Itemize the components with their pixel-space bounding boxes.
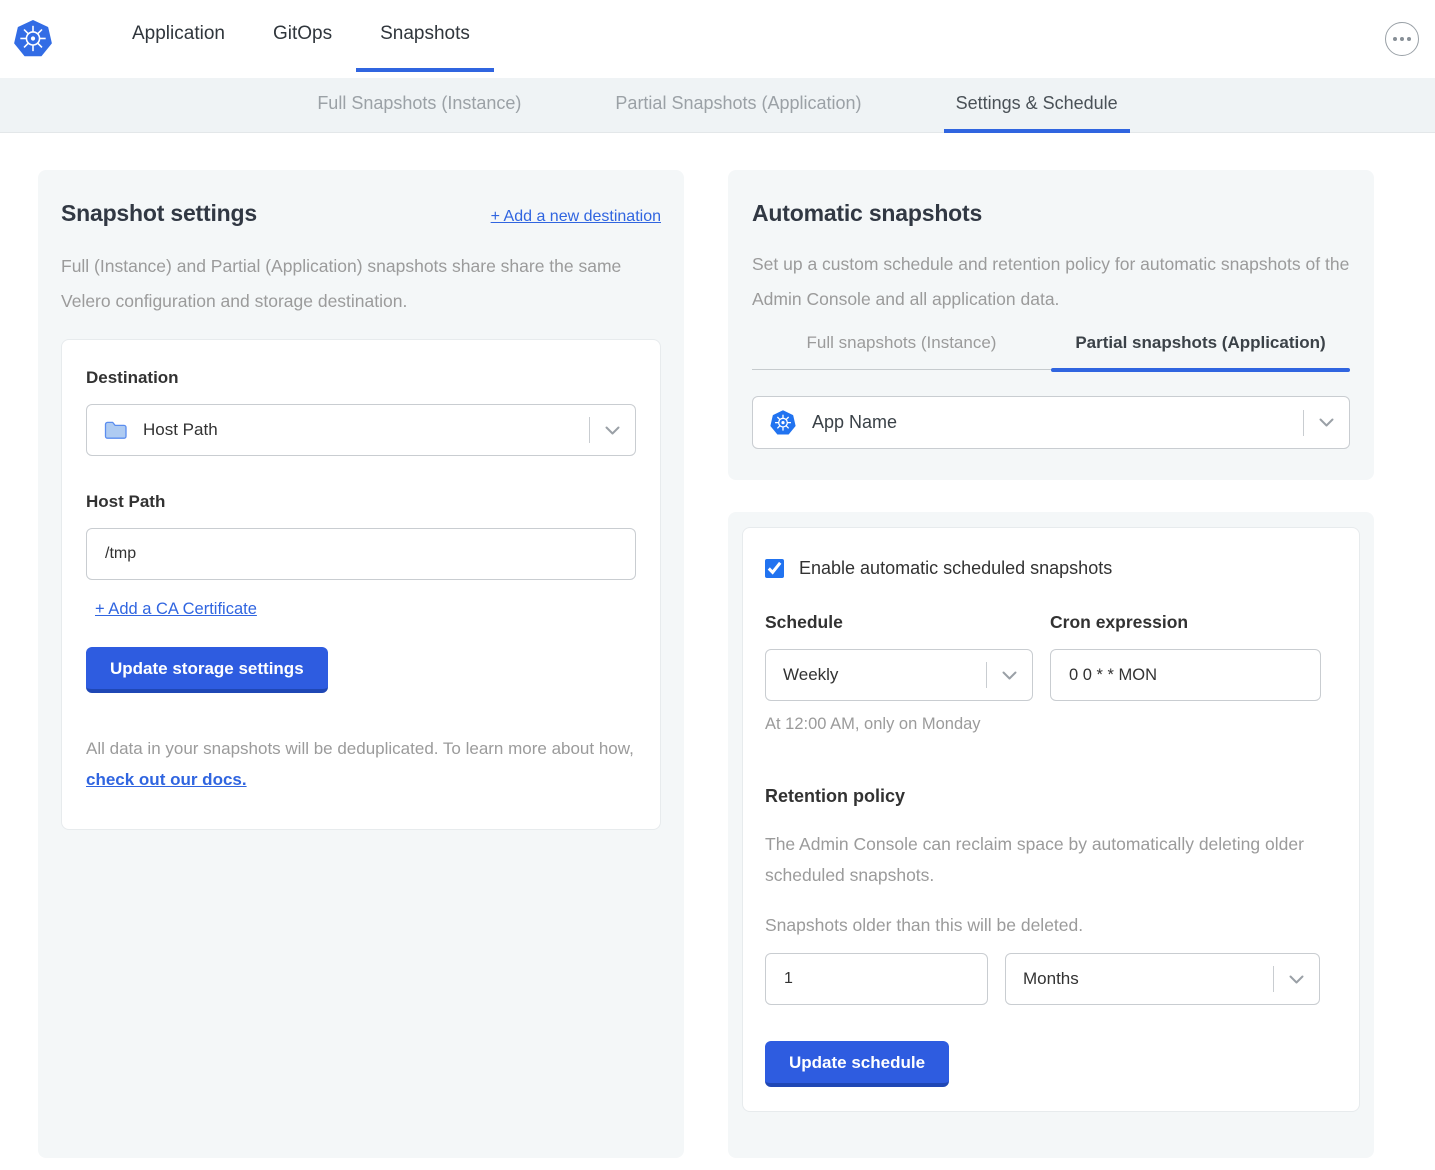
- schedule-interval-select[interactable]: Weekly: [765, 649, 1033, 701]
- destination-form-card: Destination Host Path H: [61, 339, 661, 830]
- chevron-down-icon: [590, 426, 635, 435]
- tab-full-snapshots[interactable]: Full Snapshots (Instance): [305, 78, 533, 133]
- overflow-menu-button[interactable]: [1385, 22, 1419, 56]
- add-destination-link[interactable]: + Add a new destination: [491, 208, 661, 226]
- top-navbar: Application GitOps Snapshots: [0, 0, 1435, 78]
- ellipsis-icon: [1393, 37, 1397, 41]
- kubernetes-logo-icon: [14, 20, 52, 58]
- primary-nav: Application GitOps Snapshots: [108, 0, 494, 78]
- retention-hint: Snapshots older than this will be delete…: [765, 915, 1337, 936]
- chevron-down-icon: [1304, 418, 1349, 427]
- docs-link[interactable]: check out our docs.: [86, 770, 247, 789]
- tab-full-snapshots-instance[interactable]: Full snapshots (Instance): [752, 333, 1051, 370]
- schedule-label: Schedule: [765, 612, 1033, 633]
- snapshot-settings-description: Full (Instance) and Partial (Application…: [61, 249, 661, 319]
- snapshot-settings-title: Snapshot settings: [61, 200, 257, 227]
- brand-logo[interactable]: [14, 20, 52, 58]
- nav-item-gitops[interactable]: GitOps: [249, 0, 356, 72]
- destination-label: Destination: [86, 368, 636, 388]
- nav-item-application[interactable]: Application: [108, 0, 249, 72]
- automatic-snapshots-description: Set up a custom schedule and retention p…: [752, 247, 1350, 317]
- enable-snapshots-checkbox[interactable]: [765, 559, 784, 578]
- retention-unit-value: Months: [1023, 969, 1079, 989]
- kubernetes-app-icon: [770, 410, 796, 436]
- snapshot-settings-card: Snapshot settings + Add a new destinatio…: [38, 170, 684, 1158]
- host-path-label: Host Path: [86, 492, 636, 512]
- app-select-value: App Name: [812, 412, 897, 433]
- automatic-snapshots-card: Automatic snapshots Set up a custom sche…: [728, 170, 1374, 480]
- automatic-snapshots-title: Automatic snapshots: [752, 200, 1350, 227]
- retention-value-input[interactable]: [765, 953, 988, 1005]
- destination-select[interactable]: Host Path: [86, 404, 636, 456]
- cron-readable-hint: At 12:00 AM, only on Monday: [765, 715, 1337, 734]
- retention-policy-description: The Admin Console can reclaim space by a…: [765, 829, 1337, 891]
- destination-select-value: Host Path: [143, 420, 218, 440]
- schedule-outer-card: Enable automatic scheduled snapshots Sch…: [728, 512, 1374, 1158]
- cron-expression-label: Cron expression: [1050, 612, 1321, 633]
- snapshot-type-tabs: Full snapshots (Instance) Partial snapsh…: [752, 333, 1350, 370]
- host-path-input[interactable]: [86, 528, 636, 580]
- update-storage-settings-button[interactable]: Update storage settings: [86, 647, 328, 693]
- cron-expression-input[interactable]: [1050, 649, 1321, 701]
- tab-partial-snapshots[interactable]: Partial Snapshots (Application): [603, 78, 873, 133]
- nav-item-snapshots[interactable]: Snapshots: [356, 0, 494, 72]
- chevron-down-icon: [987, 671, 1032, 680]
- schedule-interval-value: Weekly: [783, 665, 838, 685]
- tab-partial-snapshots-application[interactable]: Partial snapshots (Application): [1051, 333, 1350, 370]
- main-content: Snapshot settings + Add a new destinatio…: [0, 133, 1435, 1170]
- update-schedule-button[interactable]: Update schedule: [765, 1041, 949, 1087]
- schedule-card: Enable automatic scheduled snapshots Sch…: [742, 527, 1360, 1112]
- snapshots-subnav: Full Snapshots (Instance) Partial Snapsh…: [0, 78, 1435, 133]
- add-ca-certificate-link[interactable]: + Add a CA Certificate: [95, 600, 257, 618]
- app-select[interactable]: App Name: [752, 396, 1350, 449]
- tab-settings-schedule[interactable]: Settings & Schedule: [944, 78, 1130, 133]
- retention-unit-select[interactable]: Months: [1005, 953, 1320, 1005]
- chevron-down-icon: [1274, 975, 1319, 984]
- dedupe-footer-text: All data in your snapshots will be dedup…: [86, 733, 636, 795]
- retention-policy-title: Retention policy: [765, 786, 1337, 807]
- enable-snapshots-label[interactable]: Enable automatic scheduled snapshots: [799, 558, 1112, 579]
- folder-icon: [104, 421, 127, 440]
